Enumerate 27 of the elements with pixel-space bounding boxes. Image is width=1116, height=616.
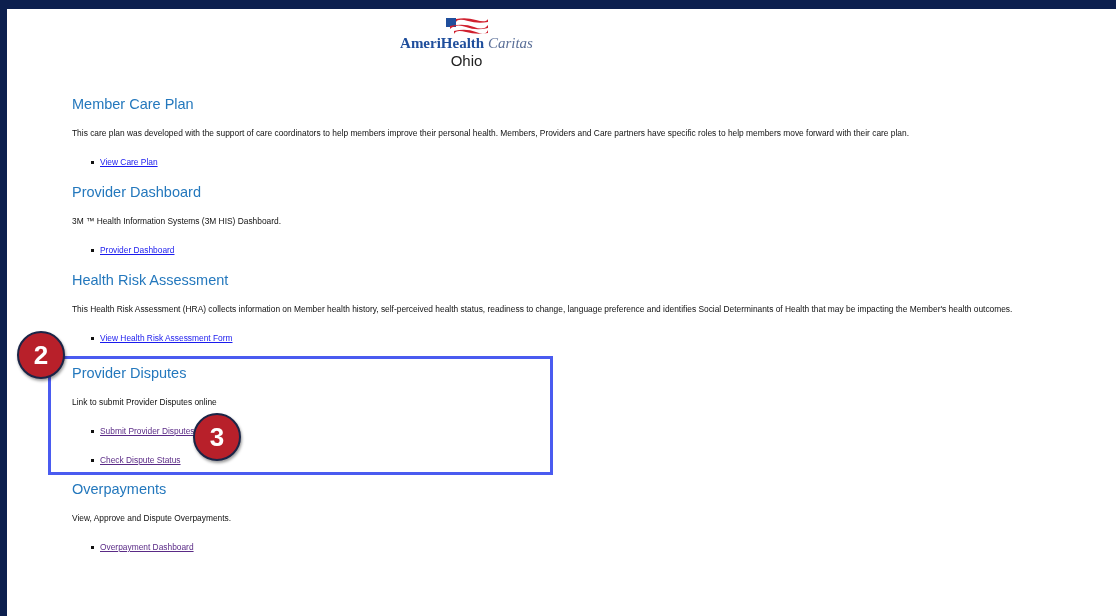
bullet-icon (91, 458, 94, 462)
bullet-icon (91, 545, 94, 549)
page-link[interactable]: Submit Provider Disputes (100, 426, 195, 436)
page-link[interactable]: Provider Dashboard (100, 245, 175, 255)
section-description: This Health Risk Assessment (HRA) collects information on Member health history, self-perceived health status, readiness to change, language preference and identifies Social Determinants of Health that may be impacting the Member's health outcomes. (72, 303, 1014, 315)
section-heading: Health Risk Assessment (72, 271, 230, 290)
step-badge: 2 (17, 331, 65, 379)
region-label: Ohio (450, 52, 483, 70)
page-link[interactable]: View Health Risk Assessment Form (100, 333, 233, 343)
section-description: This care plan was developed with the support of care coordinators to help members improve their personal health. Members, Providers and Care partners have specific roles to help members move forward with their care plan. (72, 127, 910, 139)
page-link[interactable]: Overpayment Dashboard (100, 542, 194, 552)
section-heading: Provider Dashboard (72, 183, 202, 202)
step-badge: 3 (193, 413, 241, 461)
bullet-icon (91, 248, 94, 252)
section-description: View, Approve and Dispute Overpayments. (72, 512, 233, 524)
section-description: 3M ™ Health Information Systems (3M HIS) Dashboard. (72, 215, 282, 227)
page-link[interactable]: Check Dispute Status (100, 455, 181, 465)
brand-logo: AmeriHealth Caritas (400, 35, 533, 52)
bullet-icon (91, 336, 94, 340)
section-heading: Member Care Plan (72, 95, 195, 114)
bullet-icon (91, 160, 94, 164)
section-heading: Provider Disputes (72, 364, 188, 383)
bullet-icon (91, 429, 94, 433)
page-link[interactable]: View Care Plan (100, 157, 158, 167)
section-heading: Overpayments (72, 480, 168, 499)
section-description: Link to submit Provider Disputes online (72, 396, 218, 408)
flag-icon (445, 18, 488, 34)
